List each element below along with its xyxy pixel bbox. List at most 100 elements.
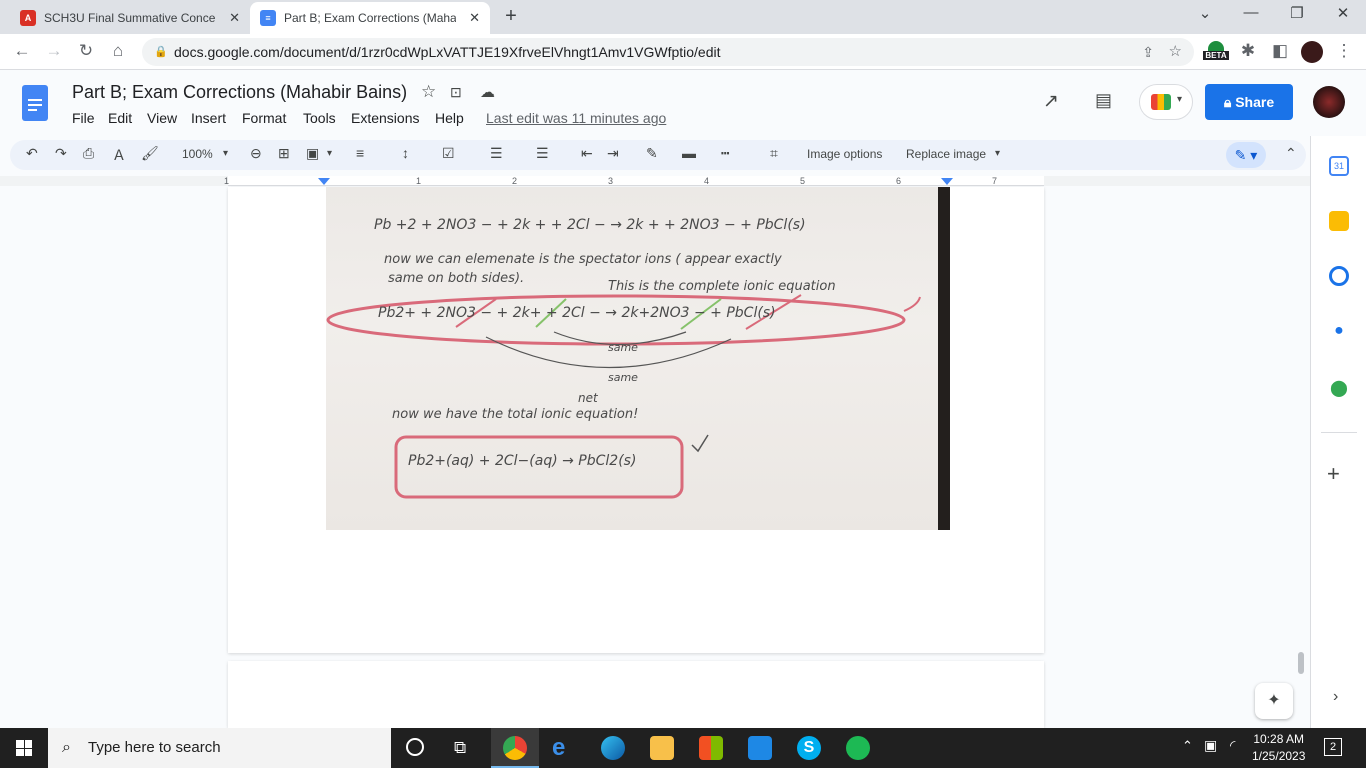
side-panel-icon[interactable]: ◧ xyxy=(1268,41,1292,61)
last-edit-link[interactable]: Last edit was 11 minutes ago xyxy=(486,110,666,126)
notification-icon[interactable]: 2 xyxy=(1324,738,1342,756)
insert-image-icon[interactable]: ▣ xyxy=(306,145,319,162)
cortana-icon[interactable] xyxy=(406,738,424,756)
chevron-down-icon[interactable]: ⌄ xyxy=(1190,4,1220,22)
align-icon[interactable]: ≡ xyxy=(356,145,364,161)
contacts-icon[interactable]: ● xyxy=(1329,322,1349,342)
spellcheck-icon[interactable]: Ａ xyxy=(112,145,126,165)
minimize-icon[interactable]: — xyxy=(1236,4,1266,21)
cloud-status-icon[interactable]: ☁ xyxy=(480,83,495,101)
menu-format[interactable]: Format xyxy=(242,110,286,126)
add-comment-icon[interactable]: ⊞ xyxy=(278,145,290,162)
scrollbar-thumb[interactable] xyxy=(1298,652,1304,674)
zoom-select[interactable]: 100% xyxy=(182,147,213,161)
tab-part-b[interactable]: ≡ Part B; Exam Corrections (Mahabir ✕ xyxy=(250,2,490,34)
keep-icon[interactable] xyxy=(1329,211,1349,231)
move-folder-icon[interactable]: ⊡ xyxy=(450,84,462,101)
taskbar-clock[interactable]: 10:28 AM 1/25/2023 xyxy=(1252,731,1305,765)
print-icon[interactable]: ⎙ xyxy=(83,145,94,162)
ie-icon[interactable]: e xyxy=(552,736,576,760)
chrome-taskbar-button[interactable] xyxy=(491,728,539,768)
activity-trend-icon[interactable]: ↗ xyxy=(1043,90,1059,113)
add-addon-icon[interactable]: + xyxy=(1327,461,1340,487)
share-page-icon[interactable]: ⇪ xyxy=(1142,38,1154,66)
taskbar-search-input[interactable]: ⌕ Type here to search xyxy=(48,728,391,768)
menu-tools[interactable]: Tools xyxy=(303,110,336,126)
redo-icon[interactable]: ↷ xyxy=(55,145,67,162)
border-color-icon[interactable]: ✎ xyxy=(646,145,658,162)
chevron-up-icon[interactable]: ⌃ xyxy=(1182,738,1193,754)
handwritten-notes-image[interactable]: Pb +2 + 2NO3 − + 2k + + 2Cl − → 2k + + 2… xyxy=(326,187,950,530)
border-dash-icon[interactable]: ┅ xyxy=(721,145,729,162)
undo-icon[interactable]: ↶ xyxy=(26,145,38,162)
beta-extension-icon[interactable]: BETA xyxy=(1203,41,1229,65)
menu-insert[interactable]: Insert xyxy=(191,110,226,126)
line-spacing-icon[interactable]: ↕ xyxy=(402,145,409,161)
editing-mode-button[interactable]: ✎ ▾ xyxy=(1226,142,1266,168)
menu-extensions[interactable]: Extensions xyxy=(351,110,419,126)
url-input[interactable]: 🔒 docs.google.com/document/d/1rzr0cdWpLx… xyxy=(142,38,1194,66)
tray-device-icon[interactable]: ▣ xyxy=(1204,737,1217,754)
new-tab-icon[interactable]: + xyxy=(496,5,526,28)
home-icon[interactable]: ⌂ xyxy=(106,41,130,61)
handwritten-net-label: net xyxy=(578,391,598,405)
chevron-down-icon[interactable]: ▾ xyxy=(223,148,228,159)
explore-sparkle-icon[interactable]: ✦ xyxy=(1255,683,1293,719)
mail-icon[interactable] xyxy=(748,736,772,760)
maps-icon[interactable]: ⬤ xyxy=(1329,378,1349,398)
more-vert-icon[interactable]: ⋮ xyxy=(1332,41,1356,61)
windows-start-icon[interactable] xyxy=(16,740,32,756)
file-explorer-icon[interactable] xyxy=(650,736,674,760)
close-window-icon[interactable]: ✕ xyxy=(1328,4,1358,22)
edge-icon[interactable] xyxy=(601,736,625,760)
meet-button[interactable]: ▾ xyxy=(1139,84,1193,120)
menu-help[interactable]: Help xyxy=(435,110,464,126)
task-view-icon[interactable]: ⧉ xyxy=(454,738,466,758)
checklist-icon[interactable]: ☑ xyxy=(442,145,455,162)
extensions-icon[interactable]: ✱ xyxy=(1236,41,1260,61)
document-page[interactable] xyxy=(228,661,1044,728)
link-icon[interactable]: ⊖ xyxy=(250,145,262,162)
menu-file[interactable]: File xyxy=(72,110,95,126)
menu-edit[interactable]: Edit xyxy=(108,110,132,126)
close-icon[interactable]: ✕ xyxy=(469,10,480,26)
spotify-icon[interactable] xyxy=(846,736,870,760)
horizontal-ruler[interactable]: 1 1 2 3 4 5 6 7 xyxy=(224,176,1044,186)
collapse-icon[interactable]: ⌃ xyxy=(1285,145,1297,162)
bookmark-star-icon[interactable]: ☆ xyxy=(1169,38,1182,66)
reload-icon[interactable]: ↻ xyxy=(74,41,98,61)
increase-indent-icon[interactable]: ⇥ xyxy=(607,145,619,162)
border-weight-icon[interactable]: ▬ xyxy=(682,145,696,161)
menu-view[interactable]: View xyxy=(147,110,177,126)
chevron-right-icon[interactable]: › xyxy=(1333,688,1338,706)
numbered-list-icon[interactable]: ☰ xyxy=(536,145,549,162)
account-avatar[interactable] xyxy=(1313,86,1345,118)
replace-image-button[interactable]: Replace image xyxy=(906,147,986,161)
wifi-icon[interactable]: ◜ xyxy=(1230,737,1235,754)
tab-sch3u[interactable]: A SCH3U Final Summative Concept ✕ xyxy=(10,2,250,34)
back-icon[interactable]: ← xyxy=(10,41,34,61)
left-indent-marker[interactable] xyxy=(318,178,330,185)
skype-icon[interactable]: S xyxy=(797,736,821,760)
docs-logo-icon[interactable] xyxy=(22,85,48,121)
profile-avatar[interactable] xyxy=(1301,41,1323,63)
star-icon[interactable]: ☆ xyxy=(421,82,436,102)
close-icon[interactable]: ✕ xyxy=(229,10,240,26)
decrease-indent-icon[interactable]: ⇤ xyxy=(581,145,593,162)
bulleted-list-icon[interactable]: ☰ xyxy=(490,145,503,162)
image-options-button[interactable]: Image options xyxy=(807,147,882,161)
pdf-icon: A xyxy=(20,10,36,26)
share-button[interactable]: 🔒︎ Share xyxy=(1205,84,1293,120)
restore-icon[interactable]: ❐ xyxy=(1282,4,1312,22)
tasks-icon[interactable] xyxy=(1329,266,1349,286)
forward-icon[interactable]: → xyxy=(42,41,66,61)
crop-icon[interactable]: ⌗ xyxy=(770,145,778,162)
store-icon[interactable] xyxy=(699,736,723,760)
comments-icon[interactable]: ▤ xyxy=(1095,90,1112,111)
document-title[interactable]: Part B; Exam Corrections (Mahabir Bains) xyxy=(72,82,407,103)
paint-format-icon[interactable]: 🖌︎ xyxy=(141,145,159,162)
calendar-icon[interactable]: 31 xyxy=(1329,156,1349,176)
chevron-down-icon[interactable]: ▾ xyxy=(995,148,1000,159)
right-indent-marker[interactable] xyxy=(941,178,953,185)
chevron-down-icon[interactable]: ▾ xyxy=(327,148,332,159)
